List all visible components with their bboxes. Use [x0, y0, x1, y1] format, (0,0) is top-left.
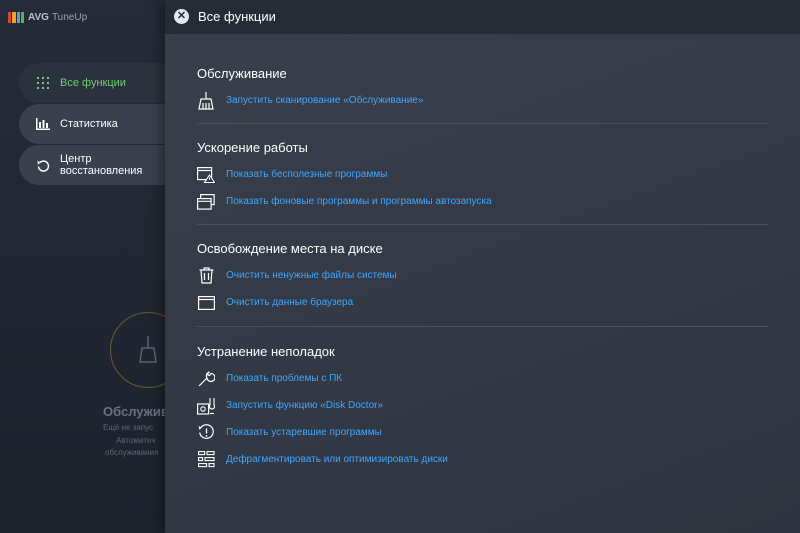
- list-item: Очистить ненужные файлы системы: [197, 262, 769, 289]
- divider: [197, 326, 768, 327]
- clean-system-files-link[interactable]: Очистить ненужные файлы системы: [226, 270, 397, 281]
- panel-title: Все функции: [198, 9, 276, 24]
- list-item: Дефрагментировать или оптимизировать дис…: [197, 446, 769, 473]
- grid-icon: [35, 75, 51, 91]
- maintenance-status: Ещё не запус: [103, 423, 154, 432]
- run-maintenance-scan-link[interactable]: Запустить сканирование «Обслуживание»: [226, 95, 423, 106]
- section-title: Обслуживание: [197, 66, 287, 81]
- panel-header: ✕ Все функции: [165, 0, 800, 34]
- wrench-icon: [197, 370, 215, 388]
- show-pc-problems-link[interactable]: Показать проблемы с ПК: [226, 373, 342, 384]
- defragment-disks-link[interactable]: Дефрагментировать или оптимизировать дис…: [226, 454, 448, 465]
- section-title: Устранение неполадок: [197, 344, 335, 359]
- sidebar-item-label: Центр восстановления: [60, 153, 143, 177]
- app-titlebar: AVG TuneUp: [8, 9, 87, 25]
- list-item: Показать фоновые программы и программы а…: [197, 188, 769, 215]
- avg-logo: [8, 11, 24, 23]
- trash-icon: [197, 267, 215, 285]
- maintenance-desc-1: Автоматич: [116, 436, 156, 445]
- broom-icon: [197, 91, 215, 110]
- sidebar-nav: Все функции Статистика Центр восстановле…: [19, 63, 169, 186]
- show-background-programs-link[interactable]: Показать фоновые программы и программы а…: [226, 196, 492, 207]
- sidebar-item-all-features[interactable]: Все функции: [19, 63, 169, 103]
- browser-window-icon: [197, 294, 215, 312]
- sidebar-item-label: Все функции: [60, 77, 126, 89]
- defrag-icon: [197, 451, 215, 469]
- section-disk-space: Освобождение места на диске Очистить нен…: [197, 241, 769, 316]
- clean-browser-data-link[interactable]: Очистить данные браузера: [226, 297, 353, 308]
- close-icon: ✕: [176, 10, 187, 22]
- run-disk-doctor-link[interactable]: Запустить функцию «Disk Doctor»: [226, 400, 383, 411]
- sidebar-item-label: Статистика: [60, 118, 118, 130]
- section-speedup: Ускорение работы Показать бесполезные пр…: [197, 140, 769, 215]
- broom-icon: [139, 336, 157, 363]
- list-item: Запустить функцию «Disk Doctor»: [197, 392, 769, 419]
- show-outdated-programs-link[interactable]: Показать устаревшие программы: [226, 427, 382, 438]
- divider: [197, 123, 768, 124]
- window-warning-icon: [197, 166, 215, 184]
- sidebar-item-restore-center[interactable]: Центр восстановления: [19, 145, 169, 185]
- section-troubleshooting: Устранение неполадок Показать проблемы с…: [197, 344, 769, 473]
- restore-icon: [35, 157, 51, 173]
- disk-doctor-icon: [197, 397, 215, 415]
- windows-stack-icon: [197, 193, 215, 211]
- divider: [197, 224, 768, 225]
- show-useless-programs-link[interactable]: Показать бесполезные программы: [226, 169, 387, 180]
- bar-chart-icon: [35, 116, 51, 132]
- section-title: Ускорение работы: [197, 140, 308, 155]
- sidebar-item-statistics[interactable]: Статистика: [19, 104, 169, 144]
- outdated-clock-icon: [197, 424, 215, 442]
- close-button[interactable]: ✕: [174, 9, 189, 24]
- maintenance-heading: Обслужив: [103, 404, 169, 419]
- section-title: Освобождение места на диске: [197, 241, 383, 256]
- maintenance-desc-2: обслуживания: [105, 448, 159, 457]
- list-item: Показать устаревшие программы: [197, 419, 769, 446]
- all-features-panel: ✕ Все функции Обслуживание Запустить ска…: [165, 0, 800, 533]
- list-item: Показать бесполезные программы: [197, 161, 769, 188]
- section-maintenance: Обслуживание Запустить сканирование «Обс…: [197, 66, 769, 114]
- list-item: Показать проблемы с ПК: [197, 365, 769, 392]
- list-item: Очистить данные браузера: [197, 289, 769, 316]
- app-title: AVG TuneUp: [28, 11, 88, 23]
- list-item: Запустить сканирование «Обслуживание»: [197, 87, 769, 114]
